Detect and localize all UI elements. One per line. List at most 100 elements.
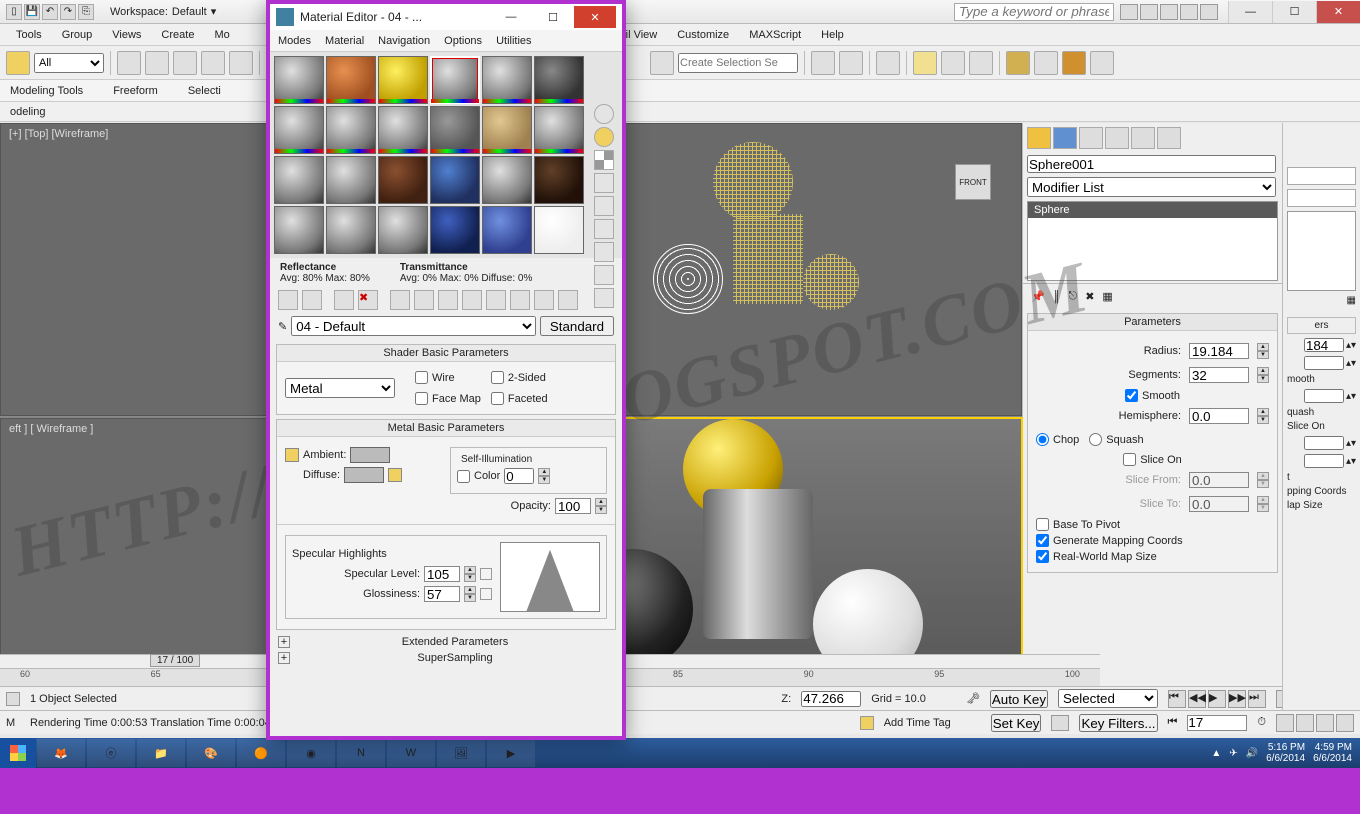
show-end-icon[interactable]: ║	[1053, 291, 1061, 303]
rollout-header[interactable]: Shader Basic Parameters	[277, 345, 615, 362]
go-sibling-icon[interactable]	[558, 290, 578, 310]
material-slot[interactable]	[430, 206, 480, 254]
taskbar-app2-icon[interactable]: N	[337, 739, 385, 767]
menu-group[interactable]: Group	[62, 29, 93, 41]
orbit-icon[interactable]	[1316, 714, 1334, 732]
zoom-ext-icon[interactable]	[1276, 714, 1294, 732]
selection-filter[interactable]: All	[34, 53, 104, 73]
select-by-mat-icon[interactable]	[594, 265, 614, 285]
material-slot[interactable]	[378, 156, 428, 204]
z-input[interactable]	[801, 691, 861, 707]
hierarchy-tab-icon[interactable]	[1079, 127, 1103, 149]
material-slot[interactable]	[534, 106, 584, 154]
render-icon[interactable]	[1062, 51, 1086, 75]
material-editor-titlebar[interactable]: Material Editor - 04 - ... — ☐ ✕	[270, 4, 622, 30]
app-icon[interactable]: ▯	[6, 4, 22, 20]
goto-end-icon[interactable]: ⏭	[1248, 690, 1266, 708]
options-icon[interactable]	[594, 242, 614, 262]
gloss-spinner[interactable]: ▲▼	[464, 586, 476, 602]
scene-cylinder[interactable]	[703, 489, 813, 639]
close-button[interactable]: ✕	[1316, 1, 1360, 23]
radius-input[interactable]	[1189, 343, 1249, 359]
wire-checkbox[interactable]	[415, 371, 428, 384]
prev-frame-icon[interactable]: ⏮	[1168, 716, 1178, 729]
material-type-button[interactable]: Standard	[540, 316, 614, 336]
material-slot[interactable]	[274, 206, 324, 254]
menu-help[interactable]: Help	[821, 29, 844, 41]
curve-editor-icon[interactable]	[913, 51, 937, 75]
material-editor-icon[interactable]	[969, 51, 993, 75]
select-name-icon[interactable]	[145, 51, 169, 75]
window-crossing-icon[interactable]	[201, 51, 225, 75]
gloss-input[interactable]	[424, 586, 460, 602]
scene-object-sphere[interactable]	[653, 244, 723, 314]
pin-icon[interactable]: 📌	[1031, 290, 1045, 303]
material-slot[interactable]	[378, 206, 428, 254]
rollout-header[interactable]: Parameters	[1028, 314, 1277, 331]
material-slot-selected[interactable]	[430, 56, 480, 104]
selfillum-spinner[interactable]: ▲▼	[538, 468, 550, 484]
material-slot[interactable]	[482, 156, 532, 204]
show-map-icon[interactable]	[486, 290, 506, 310]
globe-icon[interactable]	[1180, 4, 1198, 20]
create-tab-icon[interactable]	[1027, 127, 1051, 149]
twosided-checkbox[interactable]	[491, 371, 504, 384]
ambient-lock-icon[interactable]	[285, 448, 299, 462]
keymode-select[interactable]: Selected	[1058, 689, 1158, 708]
key-icon[interactable]	[1051, 715, 1069, 731]
region-zoom-icon[interactable]	[1296, 714, 1314, 732]
menu-customize[interactable]: Customize	[677, 29, 729, 41]
material-slot[interactable]	[326, 56, 376, 104]
star-icon[interactable]	[1160, 4, 1178, 20]
tray-vol-icon[interactable]: 🔊	[1246, 748, 1258, 759]
speclevel-spinner[interactable]: ▲▼	[464, 566, 476, 582]
mat-map-nav-icon[interactable]	[594, 288, 614, 308]
supersampling-rollout[interactable]: +SuperSampling	[270, 650, 622, 666]
basepivot-checkbox[interactable]	[1036, 518, 1049, 531]
taskbar-paint-icon[interactable]: 🎨	[187, 739, 235, 767]
make-unique-icon[interactable]: ⎋	[1069, 290, 1078, 303]
menu-views[interactable]: Views	[112, 29, 141, 41]
mini-listener-icon[interactable]: M	[6, 717, 20, 729]
me-menu-utilities[interactable]: Utilities	[496, 35, 531, 47]
prev-key-icon[interactable]: ◀◀	[1188, 690, 1206, 708]
taskbar-word-icon[interactable]: W	[387, 739, 435, 767]
utilities-tab-icon[interactable]	[1157, 127, 1181, 149]
modifier-stack[interactable]: Sphere	[1027, 201, 1278, 281]
material-slot[interactable]	[482, 106, 532, 154]
select-icon[interactable]	[117, 51, 141, 75]
remove-icon[interactable]: ✖	[1085, 290, 1094, 303]
mirror-icon[interactable]	[811, 51, 835, 75]
ribbon-modeling[interactable]: Modeling Tools	[10, 85, 83, 97]
help-icon[interactable]	[1200, 4, 1218, 20]
faceted-checkbox[interactable]	[491, 392, 504, 405]
diffuse-lock-icon[interactable]	[388, 468, 402, 482]
minimize-button[interactable]: —	[1228, 1, 1272, 23]
help-search-input[interactable]	[954, 3, 1114, 21]
squash-radio[interactable]	[1089, 433, 1102, 446]
selfillum-input[interactable]	[504, 468, 534, 484]
facemap-checkbox[interactable]	[415, 392, 428, 405]
rect-select-icon[interactable]	[173, 51, 197, 75]
segments-spinner[interactable]: ▲▼	[1257, 367, 1269, 383]
segments-input[interactable]	[1189, 367, 1249, 383]
stack-item[interactable]: Sphere	[1028, 202, 1277, 218]
val-strip2[interactable]	[1304, 356, 1344, 370]
scene-object-cylinder[interactable]	[733, 214, 803, 304]
opacity-spinner[interactable]: ▲▼	[595, 498, 607, 514]
taskbar-ie-icon[interactable]: ⓔ	[87, 739, 135, 767]
show-end-icon[interactable]	[510, 290, 530, 310]
assign-icon[interactable]	[334, 290, 354, 310]
val-strip4[interactable]	[1304, 436, 1344, 450]
extended-params-rollout[interactable]: +Extended Parameters	[270, 634, 622, 650]
viewport-label[interactable]: [+] [Top] [Wireframe]	[9, 128, 108, 140]
mat-id-icon[interactable]	[462, 290, 482, 310]
me-menu-options[interactable]: Options	[444, 35, 482, 47]
autokey-button[interactable]: Auto Key	[990, 690, 1048, 708]
val-strip5[interactable]	[1304, 454, 1344, 468]
sample-type-icon[interactable]	[594, 104, 614, 124]
render-frame-icon[interactable]	[1034, 51, 1058, 75]
goto-start-icon[interactable]: ⏮	[1168, 690, 1186, 708]
menu-modifiers[interactable]: Mo	[214, 29, 229, 41]
save-icon[interactable]: 💾	[24, 4, 40, 20]
